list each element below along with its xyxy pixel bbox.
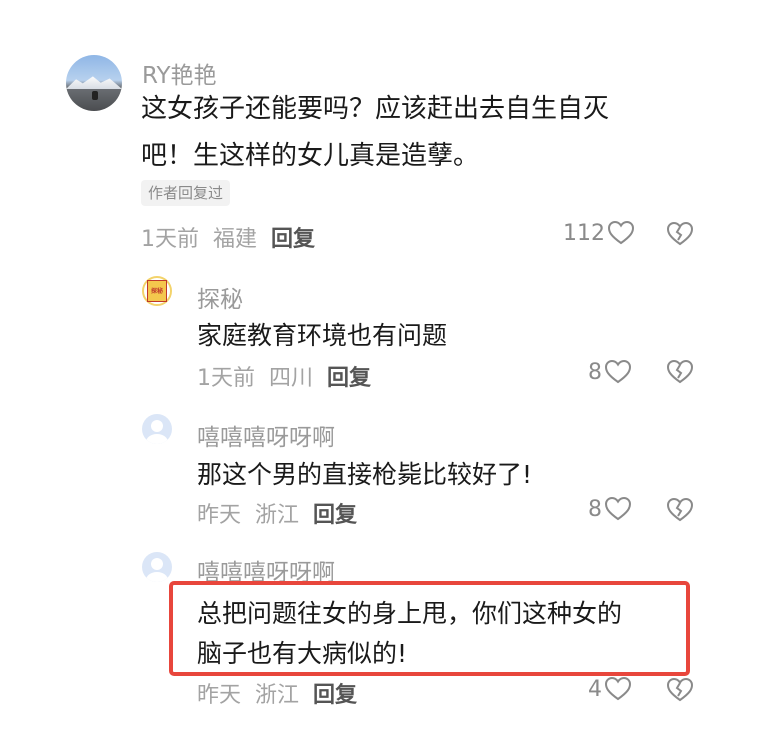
avatar-reply-2[interactable] [142,414,172,444]
reply-3-meta: 昨天 浙江 回复 [197,677,357,709]
reply-time: 昨天 [197,503,242,528]
avatar-reply-3[interactable] [142,552,172,582]
main-comment-meta: 1天前 福建 回复 [141,221,315,253]
like-count: 4 [588,676,602,702]
like-button[interactable]: 4 [588,676,632,702]
broken-heart-icon[interactable] [666,677,694,703]
reply-button[interactable]: 回复 [271,227,315,252]
reply-button[interactable]: 回复 [313,503,357,528]
like-button[interactable]: 8 [588,496,632,522]
broken-heart-icon[interactable] [666,497,694,523]
main-comment-text-line1: 这女孩子还能要吗？应该赶出去自生自灭 [141,94,610,124]
avatar-main-comment[interactable] [66,55,122,111]
reply-3-text-line2: 脑子也有大病似的! [197,639,408,668]
heart-outline-icon [604,496,632,521]
reply-time: 昨天 [197,683,242,708]
comment-time: 1天前 [141,227,199,252]
reply-button[interactable]: 回复 [327,366,371,391]
comment-region: 福建 [213,227,258,252]
reply-region: 浙江 [255,683,300,708]
main-comment-username[interactable]: RY艳艳 [142,56,217,90]
reply-2-text: 那这个男的直接枪毙比较好了! [197,460,533,489]
broken-heart-icon[interactable] [666,221,694,247]
heart-outline-icon [604,359,632,384]
reply-region: 浙江 [255,503,300,528]
reply-region: 四川 [269,366,314,391]
author-replied-badge: 作者回复过 [141,180,231,206]
like-button[interactable]: 8 [588,359,632,385]
like-count: 8 [588,359,602,385]
avatar-reply-1[interactable]: 探秘 [142,276,172,306]
reply-1-text: 家庭教育环境也有问题 [197,321,448,350]
reply-1-username[interactable]: 探秘 [197,280,243,314]
reply-2-meta: 昨天 浙江 回复 [197,497,357,529]
like-button[interactable]: 112 [563,220,635,246]
reply-1-meta: 1天前 四川 回复 [197,360,371,392]
like-count: 112 [563,220,605,246]
heart-outline-icon [604,676,632,701]
reply-3-text-line1: 总把问题往女的身上甩，你们这种女的 [197,599,623,628]
reply-button[interactable]: 回复 [313,683,357,708]
heart-outline-icon [607,220,635,245]
reply-2-username[interactable]: 嘻嘻嘻呀呀啊 [197,418,335,452]
broken-heart-icon[interactable] [666,359,694,385]
like-count: 8 [588,496,602,522]
reply-time: 1天前 [197,366,255,391]
main-comment-text-line2: 吧！生这样的女儿真是造孽。 [141,141,480,171]
